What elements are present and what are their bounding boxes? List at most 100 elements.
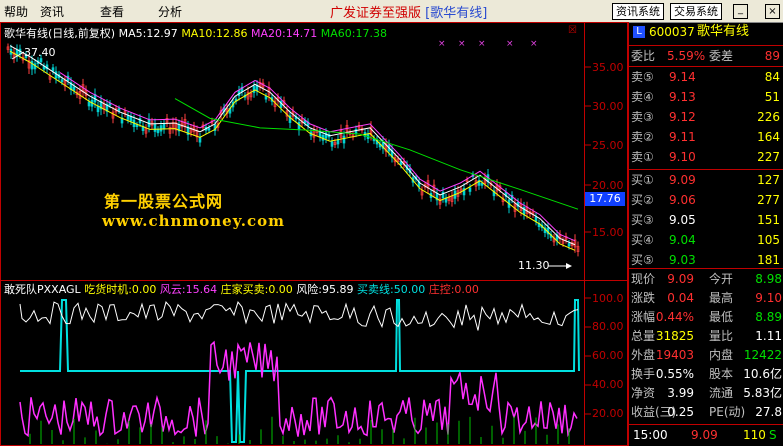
order-volume: 51 xyxy=(764,90,780,104)
chart-stock-name: 歌华有线(日线,前复权) xyxy=(4,27,116,40)
low-price-label: 11.30 xyxy=(518,259,550,272)
candle-body xyxy=(39,58,43,63)
order-volume: 105 xyxy=(757,233,780,247)
stat-row: 涨跌 0.04 最高 9.10 xyxy=(629,289,783,307)
watermark-title: 第一股票公式网 xyxy=(104,192,224,211)
tick-volume: 110 xyxy=(743,428,766,442)
order-price: 9.06 xyxy=(669,193,696,207)
candle-body xyxy=(318,131,322,138)
order-volume: 127 xyxy=(757,173,780,187)
menu-analysis[interactable]: 分析 xyxy=(158,3,182,20)
trade-system-button[interactable]: 交易系统 xyxy=(670,3,722,20)
buy-row[interactable]: 买④ 9.04 105 xyxy=(629,231,783,249)
candle-body xyxy=(480,182,484,186)
risk-line xyxy=(19,301,579,331)
stat-label: PE(动) xyxy=(709,405,746,419)
indicator-header: 敢死队PXXAGL 吃货时机:0.00 风云:15.64 庄家买卖:0.00 风… xyxy=(4,281,479,297)
stat-value: 12422 xyxy=(743,348,782,362)
menu-view[interactable]: 查看 xyxy=(100,3,124,20)
menu-news[interactable]: 资讯 xyxy=(40,3,64,20)
order-price: 9.10 xyxy=(669,150,696,164)
indicator-name: 敢死队PXXAGL xyxy=(4,283,81,296)
stat-label: 净资 xyxy=(631,386,656,400)
candle-body xyxy=(342,135,346,144)
stat-label: 涨跌 xyxy=(631,291,656,305)
buy-row[interactable]: 买③ 9.05 151 xyxy=(629,211,783,229)
order-label: 买① xyxy=(631,173,654,187)
chart-area[interactable]: × × × × × 歌华有线(日线,前复权) MA5:12.97 MA10:12… xyxy=(0,22,628,446)
order-price: 9.13 xyxy=(669,90,696,104)
ma5-label: MA5:12.97 xyxy=(118,27,178,40)
indicator-zj: 庄家买卖:0.00 xyxy=(220,283,293,296)
stat-row: 现价 9.09 今开 8.98 xyxy=(629,270,783,288)
sell-row[interactable]: 卖① 9.10 227 xyxy=(629,148,783,166)
stat-label: 流通 xyxy=(709,386,734,400)
candle-body xyxy=(159,125,163,132)
order-volume: 84 xyxy=(764,70,780,84)
sell-row[interactable]: 卖④ 9.13 51 xyxy=(629,88,783,106)
chart-close-icon[interactable]: ☒ xyxy=(568,25,577,36)
stat-value: 9.10 xyxy=(755,291,782,305)
candle-body xyxy=(54,71,58,79)
tick-row: 15:00 9.09 110 S xyxy=(629,426,783,444)
ma-line xyxy=(9,50,576,251)
stat-label: 股本 xyxy=(709,367,734,381)
order-price: 9.11 xyxy=(669,130,696,144)
order-price: 9.03 xyxy=(669,253,696,267)
stat-label: 现价 xyxy=(631,272,656,286)
order-label: 卖② xyxy=(631,130,654,144)
candle-body xyxy=(153,123,157,132)
ma20-label: MA20:14.71 xyxy=(251,27,318,40)
order-volume: 226 xyxy=(757,110,780,124)
signal-mark: × xyxy=(478,39,486,49)
tick-price: 9.09 xyxy=(691,428,718,442)
menubar: 帮助 资讯 查看 分析 广发证券至强版 [歌华有线] 资讯系统 交易系统 _ × xyxy=(0,0,783,23)
order-label: 买③ xyxy=(631,213,654,227)
minimize-icon[interactable]: _ xyxy=(733,4,748,19)
candle-body xyxy=(567,243,571,247)
order-price: 9.12 xyxy=(669,110,696,124)
stat-label: 最高 xyxy=(709,291,734,305)
level-icon: L xyxy=(633,26,645,38)
stat-label: 总量 xyxy=(631,329,656,343)
buy-row[interactable]: 买⑤ 9.03 181 xyxy=(629,251,783,269)
signal-mark: × xyxy=(438,39,446,49)
stat-label: 量比 xyxy=(709,329,734,343)
buy-row[interactable]: 买① 9.09 127 xyxy=(629,171,783,189)
order-price: 9.14 xyxy=(669,70,696,84)
indicator-tick: 20.00 xyxy=(592,407,624,420)
sell-row[interactable]: 卖⑤ 9.14 84 xyxy=(629,68,783,86)
buy-row[interactable]: 买② 9.06 277 xyxy=(629,191,783,209)
stat-label: 涨幅 xyxy=(631,310,656,324)
indicator-fx: 风险:95.89 xyxy=(296,283,354,296)
candle-body xyxy=(252,85,256,93)
price-tick: 30.00 xyxy=(592,100,624,113)
stat-row: 收益(三) 0.25 PE(动) 27.8 xyxy=(629,403,783,421)
stat-value: 19403 xyxy=(655,348,694,362)
order-label: 买④ xyxy=(631,233,654,247)
stat-label: 内盘 xyxy=(709,348,734,362)
signal-mark: × xyxy=(530,39,538,49)
candle-body xyxy=(330,141,334,147)
news-system-button[interactable]: 资讯系统 xyxy=(612,3,664,20)
stat-value: 0.25 xyxy=(667,405,694,419)
sell-row[interactable]: 卖② 9.11 164 xyxy=(629,128,783,146)
weicha-value: 89 xyxy=(764,49,780,63)
order-price: 9.04 xyxy=(669,233,696,247)
indicator-gridlines xyxy=(585,297,591,415)
stat-value: 5.83亿 xyxy=(743,386,782,400)
price-tick: 35.00 xyxy=(592,61,624,74)
candle-body xyxy=(51,67,55,72)
stat-row: 换手 0.55% 股本 10.6亿 xyxy=(629,365,783,383)
chart-canvas[interactable]: × × × × × xyxy=(0,22,628,446)
webi-value: 5.59% xyxy=(667,49,706,63)
candle-body xyxy=(156,129,160,134)
price-gridlines xyxy=(585,66,591,233)
close-icon[interactable]: × xyxy=(765,4,780,19)
sell-row[interactable]: 卖③ 9.12 226 xyxy=(629,108,783,126)
tick-flag: S xyxy=(769,428,777,442)
ma60-label: MA60:17.38 xyxy=(320,27,387,40)
menu-help[interactable]: 帮助 xyxy=(4,3,28,20)
stat-value: 1.11 xyxy=(755,329,782,343)
indicator-tick: 80.00 xyxy=(592,320,624,333)
